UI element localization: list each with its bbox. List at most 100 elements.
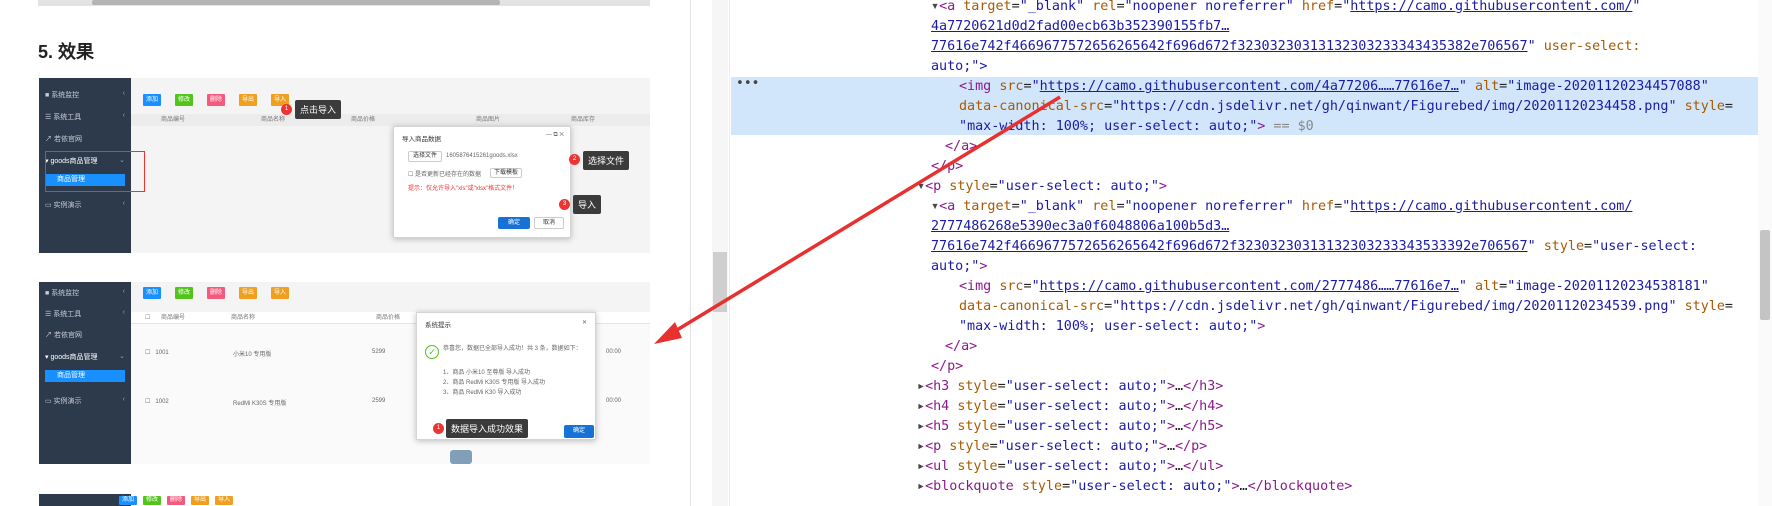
step-tip: 点击导入 [295,100,342,119]
edit-button: 修改 [175,94,194,106]
cell: 00:00 [606,349,622,355]
step-tip: 数据导入成功效果 [446,419,529,438]
node-img-selected[interactable]: <img src="https://camo.githubusercontent… [959,77,1709,97]
cell: 00:00 [606,398,622,404]
export-button: 导出 [239,94,258,106]
filename: 1605876415261goods.xlsx [446,153,518,159]
choose-file-button: 选择文件 [408,151,442,162]
cell: 5299 [372,349,386,355]
menu-item: ■ 系统监控 ‹ [45,288,125,297]
result-item: 1、商品 小米10 至尊版 导入成功 [443,370,531,376]
import-button: 导入 [271,287,290,299]
code-scrollbar[interactable] [38,0,650,6]
sidebar: ■ 系统监控 ‹ ☰ 系统工具 ‹ ↗ 若依官网 ▾ goods商品管理 ⌄ 商品管理… [39,282,131,464]
menu-item: ▭ 实例演示 ‹ [45,200,125,209]
image-fragment [450,450,472,464]
node-h5[interactable]: ▸<h5 style="user-select: auto;">…</h5> [917,417,1223,437]
success-icon: ✓ [425,345,439,359]
dialog-title: 导入商品数据 [402,136,441,143]
step-badge: 3 [559,199,570,210]
cancel-button: 取消 [534,217,564,229]
left-scrollbar[interactable] [712,0,728,506]
node-ul[interactable]: ▸<ul style="user-select: auto;">…</ul> [917,457,1223,477]
node-blockquote[interactable]: ▸<blockquote style="user-select: auto;">… [917,477,1352,497]
delete-button: 删除 [167,496,186,505]
step-tip: 导入 [573,195,602,214]
import-hint: 提示：仅允许导入"xls"或"xlsx"格式文件！ [408,186,519,192]
step-tip: 选择文件 [583,151,630,170]
step-badge: 1 [281,104,292,115]
img-style-line[interactable]: "max-width: 100%; user-select: auto;"> [959,317,1265,337]
right-scrollbar[interactable] [1758,0,1772,506]
download-template-link: 下载模板 [490,168,522,178]
node-p-open[interactable]: ▾<p style="user-select: auto;"> [917,177,1167,197]
result-item: 3、商品 RedMi K30 导入成功 [443,390,522,396]
section-heading: 5. 效果 [38,42,95,62]
add-button: 添加 [119,496,138,505]
table-row: ☐ 1002 [145,399,169,405]
scrollbar-thumb[interactable] [713,252,727,312]
node-a-close[interactable]: </a> [945,137,977,157]
screenshot-import-success: ■ 系统监控 ‹ ☰ 系统工具 ‹ ↗ 若依官网 ▾ goods商品管理 ⌄ 商品管理… [39,282,650,464]
img-attr-line[interactable]: data-canonical-src="https://cdn.jsdelivr… [959,97,1733,117]
export-button: 导出 [239,287,258,299]
update-option: ☐ 是否更新已经存在的数据 [408,172,482,178]
href-continuation[interactable]: 4a7720621d0d2fad00ecb63b352390155fb7… [931,17,1229,37]
node-a-close[interactable]: </a> [945,337,977,357]
img-attr-line[interactable]: data-canonical-src="https://cdn.jsdelivr… [959,297,1733,317]
delete-button: 删除 [207,287,226,299]
edit-button: 修改 [143,496,162,505]
node-h4[interactable]: ▸<h4 style="user-select: auto;">…</h4> [917,397,1223,417]
node-a-open[interactable]: ▾<a target="_blank" rel="noopener norefe… [931,0,1640,17]
step-badge: 1 [433,423,444,434]
success-message: 恭喜您，数据已全部导入成功！共 3 条，数据如下： [443,346,582,352]
submenu-goods: 商品管理 [45,370,125,382]
devtools-elements-panel: ••• ▾<a target="_blank" rel="noopener no… [691,0,1772,506]
sidebar [39,494,131,506]
dialog-title: 系统提示 [425,322,451,329]
menu-item: ■ 系统监控 ‹ [45,90,125,99]
menu-item: ☰ 系统工具 ‹ [45,112,125,121]
step-badge: 2 [569,154,580,165]
scrollbar-thumb[interactable] [1760,230,1770,320]
node-p-close[interactable]: </p> [931,357,963,377]
confirm-button: 确定 [498,217,530,229]
node-img[interactable]: <img src="https://camo.githubusercontent… [959,277,1709,297]
href-continuation[interactable]: 77616e742f4669677572656265642f696d672f32… [931,237,1697,257]
scrollbar-thumb[interactable] [92,0,500,5]
dialog-controls: — ⧉ ✕ [545,132,564,138]
article-panel: 5. 效果 ■ 系统监控 ‹ ☰ 系统工具 ‹ ↗ 若依官网 ▾ goods商品管理… [0,0,690,506]
href-continuation[interactable]: 2777486268e5390ec3a0f6048806a100b5d3… [931,217,1229,237]
img-style-line[interactable]: "max-width: 100%; user-select: auto;"> =… [959,117,1314,137]
node-a-open[interactable]: ▾<a target="_blank" rel="noopener norefe… [931,197,1632,217]
delete-button: 删除 [207,94,226,106]
close-icon: ✕ [581,320,587,326]
cell: 2599 [372,398,386,404]
table-row: ☐ 1001 [145,350,169,356]
menu-item: ▭ 实例演示 ‹ [45,396,125,405]
screenshot-third: 添加 修改 删除 导出 导入 [39,494,650,506]
screenshot-import-dialog: ■ 系统监控 ‹ ☰ 系统工具 ‹ ↗ 若依官网 ▾ goods商品管理 ⌄ 商品管理… [39,78,650,253]
node-p-close[interactable]: </p> [931,157,963,177]
table-header: 商品编号 商品名称 商品价格 商品图片 商品库存 [131,114,650,126]
cell: 小米10 专用版 [233,352,272,358]
menu-item: ☰ 系统工具 ‹ [45,309,125,318]
href-continuation[interactable]: 77616e742f4669677572656265642f696d672f32… [931,37,1640,57]
result-item: 2、商品 RedMi K30S 专用版 导入成功 [443,380,546,386]
menu-item: ↗ 若依官网 [45,332,82,339]
more-options-icon[interactable]: ••• [736,76,759,91]
sidebar: ■ 系统监控 ‹ ☰ 系统工具 ‹ ↗ 若依官网 ▾ goods商品管理 ⌄ 商品管理… [39,78,145,253]
node-p[interactable]: ▸<p style="user-select: auto;">…</p> [917,437,1207,457]
menu-item: ↗ 若依官网 [45,136,82,143]
menu-item-goods: ▾ goods商品管理 ⌄ [45,353,125,361]
add-button: 添加 [143,287,162,299]
import-button: 导入 [215,496,234,505]
style-continuation: auto;"> [931,59,988,74]
node-h3[interactable]: ▸<h3 style="user-select: auto;">…</h3> [917,377,1223,397]
add-button: 添加 [143,94,162,106]
export-button: 导出 [191,496,210,505]
import-dialog: 导入商品数据 — ⧉ ✕ 选择文件 1605876415261goods.xls… [393,126,571,238]
style-continuation: auto;"> [931,259,988,274]
edit-button: 修改 [175,287,194,299]
cell: RedMi K30S 专用版 [233,401,287,407]
